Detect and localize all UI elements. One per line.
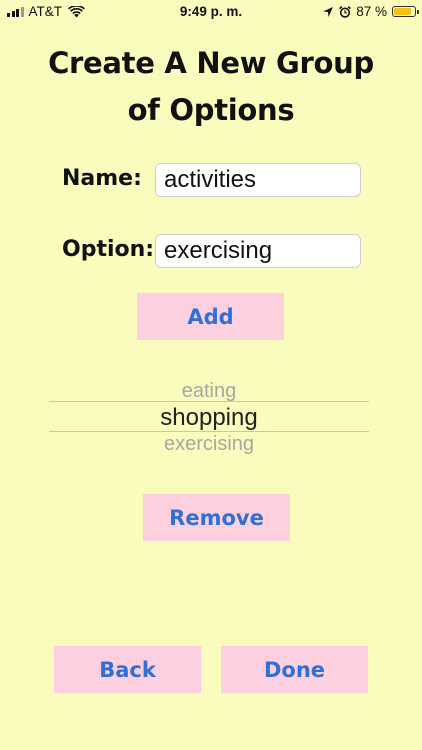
picker-item[interactable]: eating <box>49 380 369 403</box>
battery-nub <box>417 10 419 14</box>
name-input[interactable] <box>155 163 361 197</box>
battery-icon <box>392 6 419 17</box>
name-label: Name: <box>62 166 142 191</box>
picker-item-selected[interactable]: shopping <box>49 404 369 432</box>
remove-button[interactable]: Remove <box>143 494 290 541</box>
status-bar: AT&T 9:49 p. m. 87 % <box>0 0 422 24</box>
back-button[interactable]: Back <box>54 646 201 693</box>
picker-item[interactable]: exercising <box>49 433 369 456</box>
alarm-icon <box>339 5 352 18</box>
location-icon <box>323 6 334 17</box>
option-label: Option: <box>62 237 155 262</box>
picker-selection-top-line <box>49 401 369 402</box>
battery-fill <box>394 8 412 15</box>
page-title-line1: Create A New Group <box>48 46 374 80</box>
status-right: 87 % <box>322 4 419 19</box>
option-input[interactable] <box>155 234 361 268</box>
done-button[interactable]: Done <box>221 646 368 693</box>
page-title: Create A New Group of Options <box>0 40 422 134</box>
options-picker[interactable]: eating shopping exercising <box>49 370 369 460</box>
picker-selection-bottom-line <box>49 431 369 432</box>
page-title-line2: of Options <box>127 93 295 127</box>
add-button[interactable]: Add <box>137 293 284 340</box>
battery-percentage: 87 % <box>356 4 387 19</box>
